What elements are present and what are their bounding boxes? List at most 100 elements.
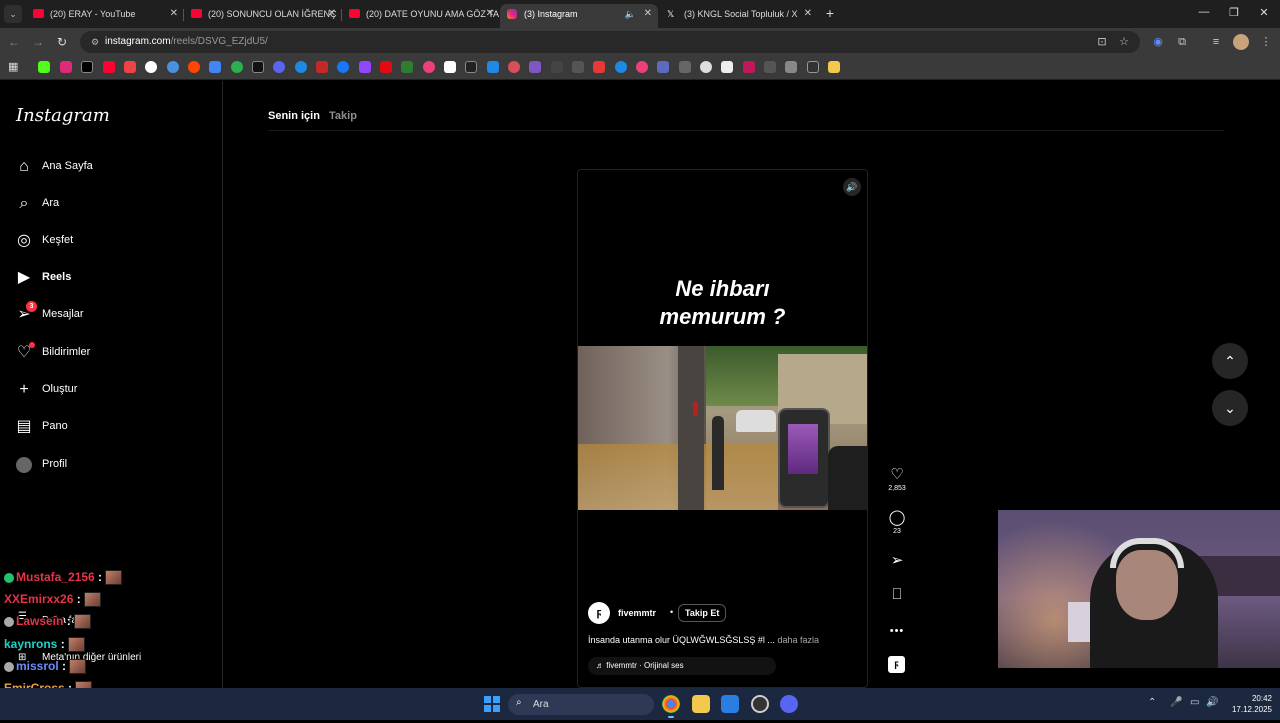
discord-icon[interactable]: [780, 695, 798, 713]
tab-close-icon[interactable]: ✕: [644, 4, 652, 24]
tab-close-icon[interactable]: ✕: [328, 4, 336, 24]
author-avatar[interactable]: ϝ: [588, 602, 610, 624]
window-close-icon[interactable]: ✕: [1252, 6, 1276, 19]
bookmark-star-icon[interactable]: ☆: [1116, 34, 1132, 50]
bookmark-icon[interactable]: [572, 61, 584, 73]
reading-list-icon[interactable]: ≡: [1208, 34, 1224, 50]
bookmark-icon[interactable]: [529, 61, 541, 73]
tab-close-icon[interactable]: ✕: [170, 4, 178, 24]
file-explorer-icon[interactable]: [692, 695, 710, 713]
gmail-icon[interactable]: [124, 61, 136, 73]
previous-reel-chevron-up-icon[interactable]: ⌃: [1212, 343, 1248, 379]
bookmark-icon[interactable]: [231, 61, 243, 73]
nav-item-dashboard[interactable]: ▤ Pano: [14, 412, 204, 442]
apps-grid-icon[interactable]: ▦: [8, 61, 20, 73]
bookmark-icon[interactable]: [785, 61, 797, 73]
twitch-icon[interactable]: [359, 61, 371, 73]
bookmark-icon[interactable]: [252, 61, 264, 73]
tab-following[interactable]: Takip: [329, 110, 357, 122]
reload-icon[interactable]: ↻: [54, 34, 70, 50]
caption-more-link[interactable]: daha fazla: [777, 635, 819, 645]
netflix-icon[interactable]: [380, 61, 392, 73]
reddit-icon[interactable]: [188, 61, 200, 73]
reel-audio-pill[interactable]: ♬ fivemmtr · Orijinal ses: [588, 657, 776, 675]
bookmark-icon[interactable]: [657, 61, 669, 73]
nav-item-messages[interactable]: ➢ 3 Mesajlar: [14, 300, 204, 330]
install-app-icon[interactable]: ⊡: [1094, 34, 1110, 50]
site-info-icon[interactable]: ⚙: [89, 36, 101, 48]
save-action[interactable]: ⎕: [884, 586, 910, 604]
bookmark-icon[interactable]: [465, 61, 477, 73]
nav-item-search[interactable]: ⌕ Ara: [14, 189, 204, 219]
bookmark-icon[interactable]: [273, 61, 285, 73]
nav-item-explore[interactable]: ◎ Keşfet: [14, 226, 204, 256]
more-options-icon[interactable]: •••: [884, 622, 910, 640]
share-action[interactable]: ➢: [884, 552, 910, 570]
like-action[interactable]: ♡ 2,853: [884, 466, 910, 492]
extensions-puzzle-icon[interactable]: ⧉: [1174, 34, 1190, 50]
audio-thumbnail[interactable]: ϝ: [888, 656, 905, 673]
bookmark-icon[interactable]: [444, 61, 456, 73]
back-icon[interactable]: ←: [6, 34, 22, 50]
profile-avatar[interactable]: [1233, 34, 1249, 50]
menu-kebab-icon[interactable]: ⋮: [1258, 34, 1274, 50]
browser-tab[interactable]: (20) ERAY - YouTube ✕: [26, 4, 184, 28]
stack-icon[interactable]: [721, 61, 733, 73]
photos-icon[interactable]: [721, 695, 739, 713]
instagram-icon[interactable]: [60, 61, 72, 73]
microphone-icon[interactable]: 🎤: [1170, 697, 1182, 708]
minimize-icon[interactable]: —: [1192, 6, 1216, 18]
volume-icon[interactable]: 🔊: [1206, 697, 1218, 708]
chrome-icon[interactable]: [662, 695, 680, 718]
tab-search-chevron-icon[interactable]: ⌄: [4, 5, 22, 23]
system-clock[interactable]: 20:42 17.12.2025: [1226, 693, 1272, 715]
bookmark-icon[interactable]: [615, 61, 627, 73]
bookmark-icon[interactable]: [551, 61, 563, 73]
folder-icon[interactable]: [828, 61, 840, 73]
bookmark-icon[interactable]: [807, 61, 819, 73]
tray-overflow-chevron-icon[interactable]: ⌃: [1148, 697, 1156, 708]
heart-icon[interactable]: ♡: [884, 466, 910, 484]
comment-action[interactable]: ◯ 23: [884, 509, 910, 535]
browser-tab[interactable]: (20) SONUNCU OLAN İĞRENÇ ✕: [184, 4, 342, 28]
youtube-icon[interactable]: [103, 61, 115, 73]
new-tab-button[interactable]: +: [822, 4, 838, 24]
share-icon[interactable]: ➢: [884, 552, 910, 570]
bookmark-icon[interactable]: [764, 61, 776, 73]
bookmark-icon[interactable]: [423, 61, 435, 73]
bookmark-icon[interactable]: [743, 61, 755, 73]
translate-icon[interactable]: [209, 61, 221, 73]
windows-start-icon[interactable]: [484, 696, 500, 712]
author-username[interactable]: fivemmtr: [618, 608, 656, 618]
nav-item-notifications[interactable]: ♡ Bildirimler: [14, 338, 204, 368]
tab-close-icon[interactable]: ✕: [486, 4, 494, 24]
reel-video[interactable]: 🔊 Ne ihbarı memurum ? ϝ fivemmtr • Takip…: [577, 169, 868, 688]
browser-tab[interactable]: (20) DATE OYUNU AMA GÖZ TA ✕: [342, 4, 500, 28]
nav-item-profile[interactable]: Profil: [14, 450, 204, 480]
bookmark-icon[interactable]: [508, 61, 520, 73]
bookmark-icon[interactable]: [401, 61, 413, 73]
bookmark-icon[interactable]: [636, 61, 648, 73]
bookmark-icon[interactable]: [593, 61, 605, 73]
taskbar-search[interactable]: ⌕ Ara: [508, 694, 654, 715]
forward-icon[interactable]: →: [30, 34, 46, 50]
link-icon[interactable]: [679, 61, 691, 73]
restore-icon[interactable]: ❐: [1222, 6, 1246, 19]
extension-shield-icon[interactable]: ◉: [1150, 34, 1166, 50]
volume-icon[interactable]: 🔊: [843, 178, 861, 196]
x-icon[interactable]: [81, 61, 93, 73]
more-action[interactable]: •••: [884, 622, 910, 640]
bookmark-icon[interactable]: [295, 61, 307, 73]
follow-button[interactable]: Takip Et: [678, 604, 727, 622]
url-text[interactable]: instagram.com/reels/DSVG_EZjdU5/: [105, 36, 268, 47]
facebook-icon[interactable]: [337, 61, 349, 73]
google-icon[interactable]: [145, 61, 157, 73]
instagram-logo[interactable]: Instagram: [16, 105, 110, 126]
obs-icon[interactable]: [751, 695, 769, 713]
bookmark-icon[interactable]: [316, 61, 328, 73]
nav-item-home[interactable]: ⌂ Ana Sayfa: [14, 152, 204, 182]
bookmark-icon[interactable]: [700, 61, 712, 73]
bookmark-icon[interactable]: ⎕: [884, 586, 910, 604]
speaker-icon[interactable]: 🔈: [625, 4, 636, 24]
nav-item-create[interactable]: + Oluştur: [14, 375, 204, 405]
